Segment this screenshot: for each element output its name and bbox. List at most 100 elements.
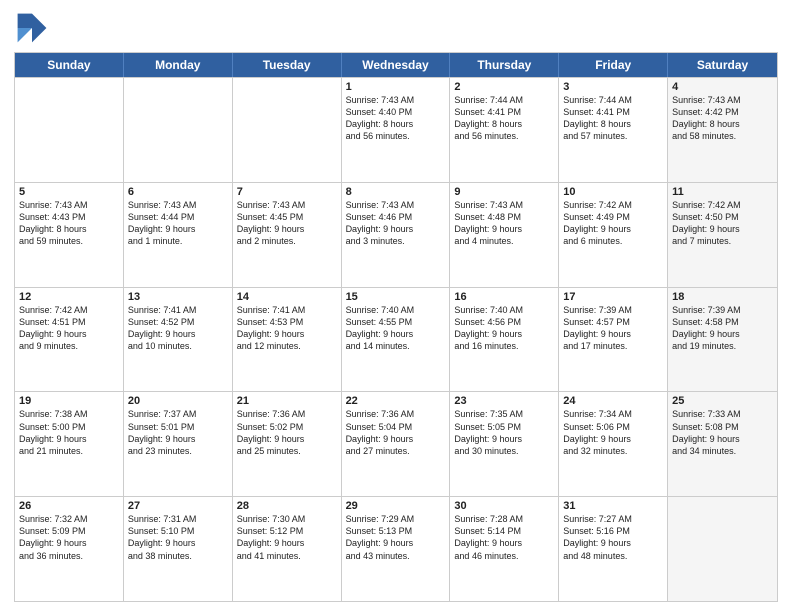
cell-info: Sunrise: 7:40 AM Sunset: 4:56 PM Dayligh…	[454, 304, 554, 353]
day-number: 7	[237, 186, 337, 198]
calendar-row: 26Sunrise: 7:32 AM Sunset: 5:09 PM Dayli…	[15, 496, 777, 601]
cell-info: Sunrise: 7:42 AM Sunset: 4:51 PM Dayligh…	[19, 304, 119, 353]
calendar-cell: 13Sunrise: 7:41 AM Sunset: 4:52 PM Dayli…	[124, 288, 233, 392]
calendar-cell: 9Sunrise: 7:43 AM Sunset: 4:48 PM Daylig…	[450, 183, 559, 287]
calendar-cell: 16Sunrise: 7:40 AM Sunset: 4:56 PM Dayli…	[450, 288, 559, 392]
cell-info: Sunrise: 7:36 AM Sunset: 5:04 PM Dayligh…	[346, 408, 446, 457]
calendar-row: 5Sunrise: 7:43 AM Sunset: 4:43 PM Daylig…	[15, 182, 777, 287]
header	[14, 10, 778, 46]
calendar-cell: 18Sunrise: 7:39 AM Sunset: 4:58 PM Dayli…	[668, 288, 777, 392]
day-number: 11	[672, 186, 773, 198]
day-header-tuesday: Tuesday	[233, 53, 342, 77]
day-number: 27	[128, 500, 228, 512]
cell-info: Sunrise: 7:33 AM Sunset: 5:08 PM Dayligh…	[672, 408, 773, 457]
calendar-cell: 28Sunrise: 7:30 AM Sunset: 5:12 PM Dayli…	[233, 497, 342, 601]
calendar-cell: 7Sunrise: 7:43 AM Sunset: 4:45 PM Daylig…	[233, 183, 342, 287]
calendar-cell: 31Sunrise: 7:27 AM Sunset: 5:16 PM Dayli…	[559, 497, 668, 601]
cell-info: Sunrise: 7:43 AM Sunset: 4:44 PM Dayligh…	[128, 199, 228, 248]
day-number: 19	[19, 395, 119, 407]
day-number: 4	[672, 81, 773, 93]
calendar-cell: 23Sunrise: 7:35 AM Sunset: 5:05 PM Dayli…	[450, 392, 559, 496]
day-header-sunday: Sunday	[15, 53, 124, 77]
day-number: 28	[237, 500, 337, 512]
calendar-cell: 14Sunrise: 7:41 AM Sunset: 4:53 PM Dayli…	[233, 288, 342, 392]
calendar-cell: 4Sunrise: 7:43 AM Sunset: 4:42 PM Daylig…	[668, 78, 777, 182]
cell-info: Sunrise: 7:29 AM Sunset: 5:13 PM Dayligh…	[346, 513, 446, 562]
day-header-monday: Monday	[124, 53, 233, 77]
day-number: 31	[563, 500, 663, 512]
cell-info: Sunrise: 7:41 AM Sunset: 4:53 PM Dayligh…	[237, 304, 337, 353]
cell-info: Sunrise: 7:31 AM Sunset: 5:10 PM Dayligh…	[128, 513, 228, 562]
cell-info: Sunrise: 7:43 AM Sunset: 4:46 PM Dayligh…	[346, 199, 446, 248]
day-number: 24	[563, 395, 663, 407]
cell-info: Sunrise: 7:35 AM Sunset: 5:05 PM Dayligh…	[454, 408, 554, 457]
cell-info: Sunrise: 7:34 AM Sunset: 5:06 PM Dayligh…	[563, 408, 663, 457]
page: SundayMondayTuesdayWednesdayThursdayFrid…	[0, 0, 792, 612]
cell-info: Sunrise: 7:44 AM Sunset: 4:41 PM Dayligh…	[454, 94, 554, 143]
cell-info: Sunrise: 7:32 AM Sunset: 5:09 PM Dayligh…	[19, 513, 119, 562]
cell-info: Sunrise: 7:38 AM Sunset: 5:00 PM Dayligh…	[19, 408, 119, 457]
day-number: 22	[346, 395, 446, 407]
calendar-cell	[668, 497, 777, 601]
day-header-friday: Friday	[559, 53, 668, 77]
cell-info: Sunrise: 7:37 AM Sunset: 5:01 PM Dayligh…	[128, 408, 228, 457]
day-number: 21	[237, 395, 337, 407]
cell-info: Sunrise: 7:43 AM Sunset: 4:48 PM Dayligh…	[454, 199, 554, 248]
cell-info: Sunrise: 7:40 AM Sunset: 4:55 PM Dayligh…	[346, 304, 446, 353]
calendar-cell	[15, 78, 124, 182]
calendar-cell	[233, 78, 342, 182]
cell-info: Sunrise: 7:39 AM Sunset: 4:57 PM Dayligh…	[563, 304, 663, 353]
day-number: 9	[454, 186, 554, 198]
cell-info: Sunrise: 7:36 AM Sunset: 5:02 PM Dayligh…	[237, 408, 337, 457]
calendar-cell: 15Sunrise: 7:40 AM Sunset: 4:55 PM Dayli…	[342, 288, 451, 392]
calendar-cell: 6Sunrise: 7:43 AM Sunset: 4:44 PM Daylig…	[124, 183, 233, 287]
cell-info: Sunrise: 7:42 AM Sunset: 4:50 PM Dayligh…	[672, 199, 773, 248]
logo	[14, 10, 54, 46]
calendar-cell: 29Sunrise: 7:29 AM Sunset: 5:13 PM Dayli…	[342, 497, 451, 601]
day-number: 23	[454, 395, 554, 407]
day-number: 29	[346, 500, 446, 512]
day-number: 20	[128, 395, 228, 407]
day-number: 26	[19, 500, 119, 512]
calendar-cell: 19Sunrise: 7:38 AM Sunset: 5:00 PM Dayli…	[15, 392, 124, 496]
cell-info: Sunrise: 7:28 AM Sunset: 5:14 PM Dayligh…	[454, 513, 554, 562]
calendar-cell: 1Sunrise: 7:43 AM Sunset: 4:40 PM Daylig…	[342, 78, 451, 182]
day-header-thursday: Thursday	[450, 53, 559, 77]
day-number: 3	[563, 81, 663, 93]
calendar-cell: 25Sunrise: 7:33 AM Sunset: 5:08 PM Dayli…	[668, 392, 777, 496]
calendar-cell: 17Sunrise: 7:39 AM Sunset: 4:57 PM Dayli…	[559, 288, 668, 392]
day-number: 14	[237, 291, 337, 303]
logo-icon	[14, 10, 50, 46]
day-number: 2	[454, 81, 554, 93]
calendar-cell: 12Sunrise: 7:42 AM Sunset: 4:51 PM Dayli…	[15, 288, 124, 392]
cell-info: Sunrise: 7:39 AM Sunset: 4:58 PM Dayligh…	[672, 304, 773, 353]
day-number: 15	[346, 291, 446, 303]
cell-info: Sunrise: 7:41 AM Sunset: 4:52 PM Dayligh…	[128, 304, 228, 353]
calendar: SundayMondayTuesdayWednesdayThursdayFrid…	[14, 52, 778, 602]
calendar-cell: 26Sunrise: 7:32 AM Sunset: 5:09 PM Dayli…	[15, 497, 124, 601]
calendar-row: 1Sunrise: 7:43 AM Sunset: 4:40 PM Daylig…	[15, 77, 777, 182]
calendar-cell: 11Sunrise: 7:42 AM Sunset: 4:50 PM Dayli…	[668, 183, 777, 287]
calendar-body: 1Sunrise: 7:43 AM Sunset: 4:40 PM Daylig…	[15, 77, 777, 601]
calendar-cell: 3Sunrise: 7:44 AM Sunset: 4:41 PM Daylig…	[559, 78, 668, 182]
day-number: 30	[454, 500, 554, 512]
calendar-cell: 2Sunrise: 7:44 AM Sunset: 4:41 PM Daylig…	[450, 78, 559, 182]
calendar-header: SundayMondayTuesdayWednesdayThursdayFrid…	[15, 53, 777, 77]
calendar-cell: 22Sunrise: 7:36 AM Sunset: 5:04 PM Dayli…	[342, 392, 451, 496]
day-number: 18	[672, 291, 773, 303]
calendar-cell: 5Sunrise: 7:43 AM Sunset: 4:43 PM Daylig…	[15, 183, 124, 287]
cell-info: Sunrise: 7:44 AM Sunset: 4:41 PM Dayligh…	[563, 94, 663, 143]
cell-info: Sunrise: 7:42 AM Sunset: 4:49 PM Dayligh…	[563, 199, 663, 248]
calendar-cell	[124, 78, 233, 182]
calendar-cell: 27Sunrise: 7:31 AM Sunset: 5:10 PM Dayli…	[124, 497, 233, 601]
day-number: 5	[19, 186, 119, 198]
calendar-cell: 21Sunrise: 7:36 AM Sunset: 5:02 PM Dayli…	[233, 392, 342, 496]
day-number: 12	[19, 291, 119, 303]
cell-info: Sunrise: 7:30 AM Sunset: 5:12 PM Dayligh…	[237, 513, 337, 562]
calendar-cell: 30Sunrise: 7:28 AM Sunset: 5:14 PM Dayli…	[450, 497, 559, 601]
cell-info: Sunrise: 7:27 AM Sunset: 5:16 PM Dayligh…	[563, 513, 663, 562]
day-number: 13	[128, 291, 228, 303]
day-number: 17	[563, 291, 663, 303]
day-number: 25	[672, 395, 773, 407]
cell-info: Sunrise: 7:43 AM Sunset: 4:40 PM Dayligh…	[346, 94, 446, 143]
